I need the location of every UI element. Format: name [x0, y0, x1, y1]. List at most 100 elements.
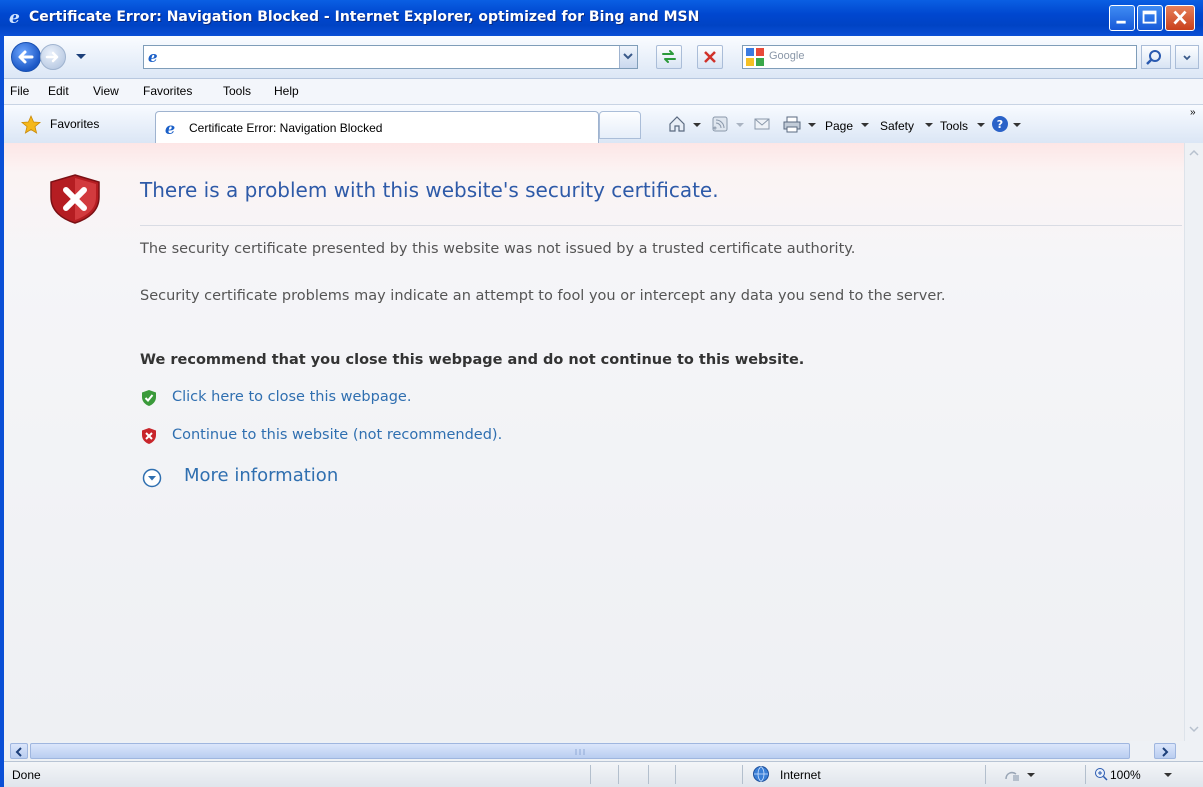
back-button[interactable] — [11, 42, 41, 72]
scroll-corner — [1184, 741, 1203, 761]
menu-view[interactable]: View — [93, 84, 119, 98]
print-dropdown[interactable] — [808, 123, 816, 127]
page-content: There is a problem with this website's s… — [0, 143, 1184, 741]
scroll-left-icon — [15, 747, 22, 757]
ie-window: e Certificate Error: Navigation Blocked … — [0, 0, 1203, 787]
explanation-text: The security certificate presented by th… — [140, 241, 856, 257]
forward-button[interactable] — [40, 44, 66, 70]
search-field[interactable]: Google — [742, 45, 1137, 69]
scroll-right-button[interactable] — [1154, 743, 1176, 759]
menu-favorites[interactable]: Favorites — [143, 84, 192, 98]
menu-tools[interactable]: Tools — [223, 84, 251, 98]
expand-icon[interactable] — [142, 468, 162, 488]
status-divider — [675, 765, 676, 784]
recommendation-text: We recommend that you close this webpage… — [140, 352, 805, 368]
protected-mode-dropdown[interactable] — [1027, 773, 1035, 777]
ie-page-icon: e — [148, 48, 158, 66]
recent-pages-button[interactable] — [71, 48, 91, 64]
back-icon — [18, 50, 34, 64]
forward-icon — [45, 51, 59, 63]
zoom-icon[interactable] — [1094, 767, 1108, 781]
status-divider — [1085, 765, 1086, 784]
menu-help[interactable]: Help — [274, 84, 299, 98]
close-button[interactable] — [1165, 5, 1195, 31]
search-options-button[interactable] — [1175, 45, 1199, 69]
google-logo-icon — [746, 48, 764, 66]
continue-website-link[interactable]: Continue to this website (not recommende… — [172, 427, 502, 443]
address-field[interactable]: e — [143, 45, 638, 69]
security-zone: Internet — [780, 768, 821, 782]
print-icon[interactable] — [782, 114, 802, 134]
page-menu[interactable]: Page — [825, 119, 853, 133]
safety-menu[interactable]: Safety — [880, 119, 914, 133]
svg-text:?: ? — [997, 118, 1003, 131]
help-dropdown[interactable] — [1013, 123, 1021, 127]
ie-page-icon: e — [165, 119, 176, 138]
warning-text: Security certificate problems may indica… — [140, 288, 946, 304]
page-dropdown[interactable] — [861, 123, 869, 127]
tools-menu[interactable]: Tools — [940, 119, 968, 133]
stop-icon — [704, 51, 716, 63]
safety-dropdown[interactable] — [925, 123, 933, 127]
divider — [140, 225, 1182, 226]
menu-file[interactable]: File — [10, 84, 29, 98]
new-tab-button[interactable] — [599, 111, 641, 139]
search-placeholder: Google — [769, 50, 805, 62]
more-commands-chevron-icon[interactable]: » — [1190, 107, 1196, 118]
status-divider — [985, 765, 986, 784]
home-dropdown[interactable] — [693, 123, 701, 127]
navigation-bar: e Google — [0, 36, 1203, 79]
vertical-scrollbar[interactable] — [1184, 143, 1203, 741]
horizontal-scrollbar[interactable] — [0, 741, 1184, 761]
address-dropdown-button[interactable] — [619, 46, 637, 68]
shield-error-icon — [50, 174, 100, 224]
page-title: There is a problem with this website's s… — [140, 178, 719, 202]
window-title: Certificate Error: Navigation Blocked - … — [29, 9, 700, 25]
home-icon[interactable] — [667, 114, 687, 134]
more-information-link[interactable]: More information — [184, 465, 338, 486]
maximize-button[interactable] — [1137, 5, 1163, 31]
window-frame — [0, 36, 4, 787]
help-icon[interactable]: ? — [990, 114, 1010, 134]
scroll-left-button[interactable] — [10, 743, 28, 759]
search-button[interactable] — [1141, 45, 1171, 69]
title-bar: e Certificate Error: Navigation Blocked … — [0, 0, 1203, 36]
tools-dropdown[interactable] — [977, 123, 985, 127]
thumb-grip-icon — [575, 749, 585, 755]
status-divider — [618, 765, 619, 784]
chevron-down-icon — [623, 53, 633, 60]
mail-icon[interactable] — [752, 114, 772, 134]
feeds-icon[interactable] — [710, 114, 730, 134]
shield-x-icon — [142, 428, 156, 444]
search-icon — [1146, 50, 1161, 65]
status-divider — [742, 765, 743, 784]
zoom-dropdown[interactable] — [1164, 773, 1172, 777]
scroll-right-icon — [1162, 747, 1169, 757]
scroll-down-icon[interactable] — [1186, 721, 1202, 737]
tab-certificate-error[interactable]: e Certificate Error: Navigation Blocked — [155, 111, 599, 143]
refresh-button[interactable] — [656, 45, 682, 69]
scroll-up-icon[interactable] — [1186, 145, 1202, 161]
globe-icon — [753, 766, 769, 782]
ie-logo-icon: e — [9, 8, 20, 28]
protected-mode-icon[interactable] — [1003, 767, 1021, 783]
command-bar: Favorites e Certificate Error: Navigatio… — [0, 105, 1203, 144]
favorites-star-icon — [20, 114, 42, 134]
minimize-button[interactable] — [1109, 5, 1135, 31]
favorites-label: Favorites — [50, 117, 100, 131]
status-divider — [590, 765, 591, 784]
menu-edit[interactable]: Edit — [48, 84, 69, 98]
scroll-thumb[interactable] — [30, 743, 1130, 759]
status-divider — [648, 765, 649, 784]
close-webpage-link[interactable]: Click here to close this webpage. — [172, 389, 411, 405]
tab-label: Certificate Error: Navigation Blocked — [189, 121, 383, 135]
stop-button[interactable] — [697, 45, 723, 69]
status-text: Done — [12, 768, 41, 782]
shield-ok-icon — [142, 390, 156, 406]
chevron-down-icon — [1183, 55, 1191, 61]
menu-bar: File Edit View Favorites Tools Help — [0, 79, 1203, 105]
feeds-dropdown[interactable] — [736, 123, 744, 127]
refresh-icon — [662, 50, 676, 63]
zoom-level[interactable]: 100% — [1110, 768, 1141, 782]
status-bar: Done Internet 100% — [0, 761, 1203, 787]
